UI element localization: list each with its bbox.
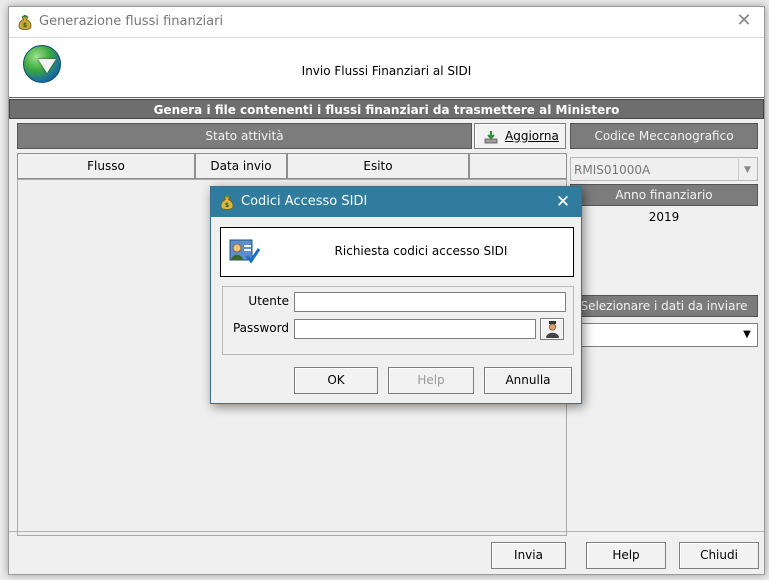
dialog-help-button[interactable]: Help (388, 367, 474, 394)
close-icon[interactable]: ✕ (554, 192, 572, 212)
svg-text:$: $ (225, 202, 229, 209)
footer-divider (9, 531, 764, 532)
meccanografico-label: Codice Meccanografico (570, 123, 758, 149)
dialog-title-bar: $ Codici Accesso SIDI ✕ (211, 187, 581, 217)
column-header-data-invio[interactable]: Data invio (195, 153, 287, 179)
meccanografico-value: RMIS01000A (574, 163, 651, 177)
password-label: Password (232, 321, 289, 335)
password-input[interactable] (294, 319, 536, 339)
window-title: Generazione flussi finanziari (39, 14, 224, 29)
send-button[interactable]: Invia (491, 542, 566, 569)
dropdown-arrow-icon: ▼ (738, 159, 756, 181)
refresh-button[interactable]: Aggiorna (474, 123, 566, 149)
refresh-icon (484, 131, 498, 144)
ok-button[interactable]: OK (294, 367, 378, 394)
dropdown-arrow-icon: ▼ (743, 329, 751, 340)
dialog-title: Codici Accesso SIDI (241, 194, 368, 209)
select-data-label: Selezionare i dati da inviare (570, 295, 758, 317)
credentials-group: Utente Password (222, 286, 574, 355)
user-label: Utente (248, 294, 289, 308)
cancel-button[interactable]: Annulla (484, 367, 572, 394)
anno-value: 2019 (648, 210, 680, 224)
header-band: Invio Flussi Finanziari al SIDI (9, 37, 764, 98)
column-header-esito[interactable]: Esito (287, 153, 469, 179)
header-title: Invio Flussi Finanziari al SIDI (301, 64, 472, 78)
title-bar: $ Generazione flussi finanziari ✕ (9, 7, 764, 37)
close-icon[interactable]: ✕ (734, 11, 754, 31)
user-input[interactable] (294, 292, 566, 312)
dialog-header: Richiesta codici accesso SIDI (220, 227, 574, 277)
anno-label: Anno finanziario (570, 184, 758, 206)
meccanografico-select[interactable]: RMIS01000A ▼ (570, 157, 758, 181)
refresh-label: Aggiorna (505, 129, 559, 143)
status-title: Stato attività (17, 123, 472, 149)
money-bag-icon: $ (220, 195, 234, 210)
column-header-extra[interactable] (469, 153, 567, 179)
select-data-dropdown[interactable]: ▼ (570, 323, 758, 347)
close-button[interactable]: Chiudi (679, 542, 759, 569)
key-user-icon (229, 239, 261, 264)
svg-text:$: $ (23, 22, 27, 29)
instruction-banner: Genera i file contenenti i flussi finanz… (9, 99, 764, 119)
dialog-header-text: Richiesta codici accesso SIDI (334, 244, 508, 258)
user-lookup-icon (546, 321, 559, 338)
column-header-flusso[interactable]: Flusso (17, 153, 195, 179)
sidi-access-dialog: $ Codici Accesso SIDI ✕ Richiesta codici… (210, 186, 582, 404)
user-lookup-button[interactable] (540, 318, 564, 340)
help-button[interactable]: Help (586, 542, 666, 569)
money-bag-icon: $ (18, 15, 32, 30)
